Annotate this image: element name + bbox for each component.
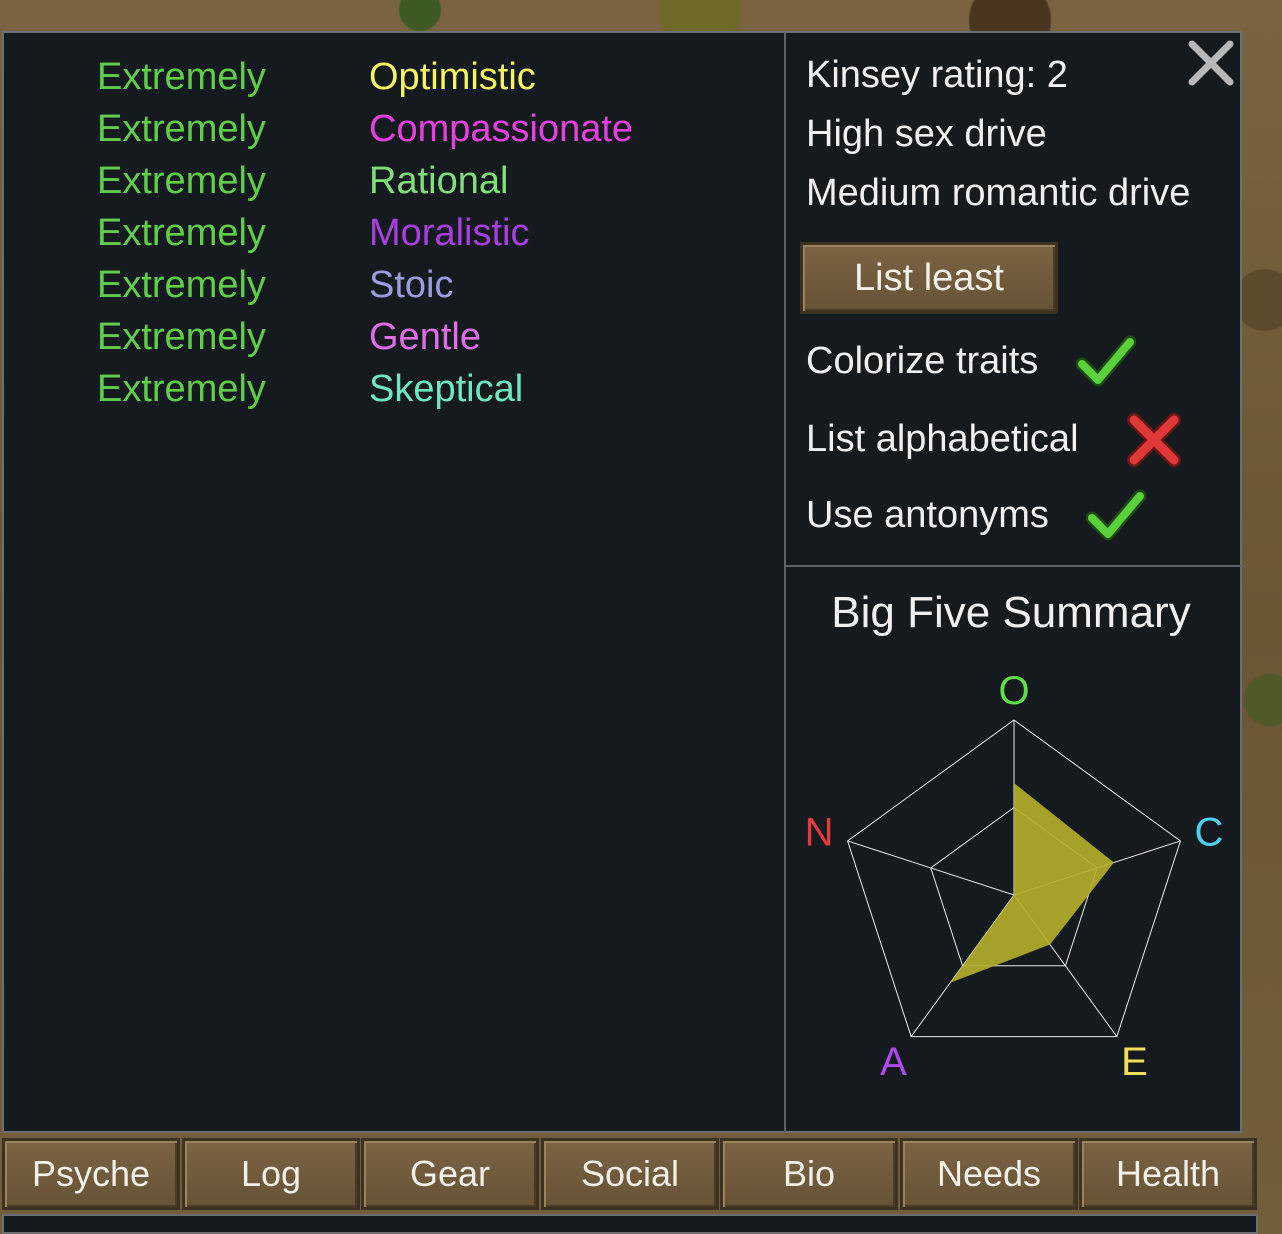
- checkmark-icon: [1075, 332, 1137, 392]
- trait-modifier: Extremely: [97, 160, 266, 202]
- toggle-list-alphabetical[interactable]: List alphabetical: [806, 413, 1226, 468]
- trait-modifier: Extremely: [97, 368, 266, 410]
- tab-needs[interactable]: Needs: [900, 1138, 1078, 1210]
- radar-label-c: C: [1195, 811, 1224, 855]
- toggle-label: Use antonyms: [806, 494, 1049, 536]
- tab-health[interactable]: Health: [1079, 1138, 1257, 1210]
- trait-name: Gentle: [369, 316, 481, 358]
- romantic-drive: Medium romantic drive: [806, 172, 1191, 214]
- tab-psyche[interactable]: Psyche: [2, 1138, 180, 1210]
- trait-modifier: Extremely: [97, 264, 266, 306]
- trait-name: Stoic: [369, 264, 454, 306]
- trait-modifier: Extremely: [97, 108, 266, 150]
- trait-name: Optimistic: [369, 56, 536, 98]
- trait-name: Rational: [369, 160, 509, 202]
- trait-modifier: Extremely: [97, 56, 266, 98]
- horizontal-divider: [786, 565, 1244, 567]
- trait-name: Skeptical: [369, 368, 524, 410]
- big-five-title: Big Five Summary: [831, 588, 1191, 637]
- checkmark-icon: [1085, 486, 1147, 546]
- bottom-panel-edge: [2, 1214, 1258, 1234]
- tab-bio[interactable]: Bio: [720, 1138, 898, 1210]
- toggle-label: Colorize traits: [806, 340, 1039, 382]
- trait-name: Moralistic: [369, 212, 530, 254]
- list-least-button[interactable]: List least: [800, 242, 1058, 314]
- radar-label-o: O: [998, 669, 1029, 713]
- tab-social[interactable]: Social: [541, 1138, 719, 1210]
- toggle-label: List alphabetical: [806, 418, 1079, 460]
- big-five-radar-chart: O C E A N: [805, 669, 1224, 1084]
- sex-drive: High sex drive: [806, 113, 1047, 155]
- radar-axis-line: [847, 840, 1015, 896]
- radar-label-a: A: [880, 1040, 907, 1084]
- radar-label-e: E: [1121, 1040, 1148, 1084]
- radar-label-n: N: [805, 811, 834, 855]
- kinsey-rating: Kinsey rating: 2: [806, 54, 1068, 96]
- close-icon[interactable]: [1186, 38, 1236, 88]
- tab-gear[interactable]: Gear: [361, 1138, 539, 1210]
- trait-name: Compassionate: [369, 108, 634, 150]
- trait-modifier: Extremely: [97, 212, 266, 254]
- toggle-use-antonyms[interactable]: Use antonyms: [806, 489, 1226, 544]
- tab-bar: Psyche Log Gear Social Bio Needs Health: [2, 1138, 1258, 1210]
- toggle-colorize-traits[interactable]: Colorize traits: [806, 335, 1226, 390]
- tab-log[interactable]: Log: [182, 1138, 360, 1210]
- radar-value-shape: [950, 783, 1114, 983]
- cross-icon: [1124, 410, 1184, 470]
- trait-modifier: Extremely: [97, 316, 266, 358]
